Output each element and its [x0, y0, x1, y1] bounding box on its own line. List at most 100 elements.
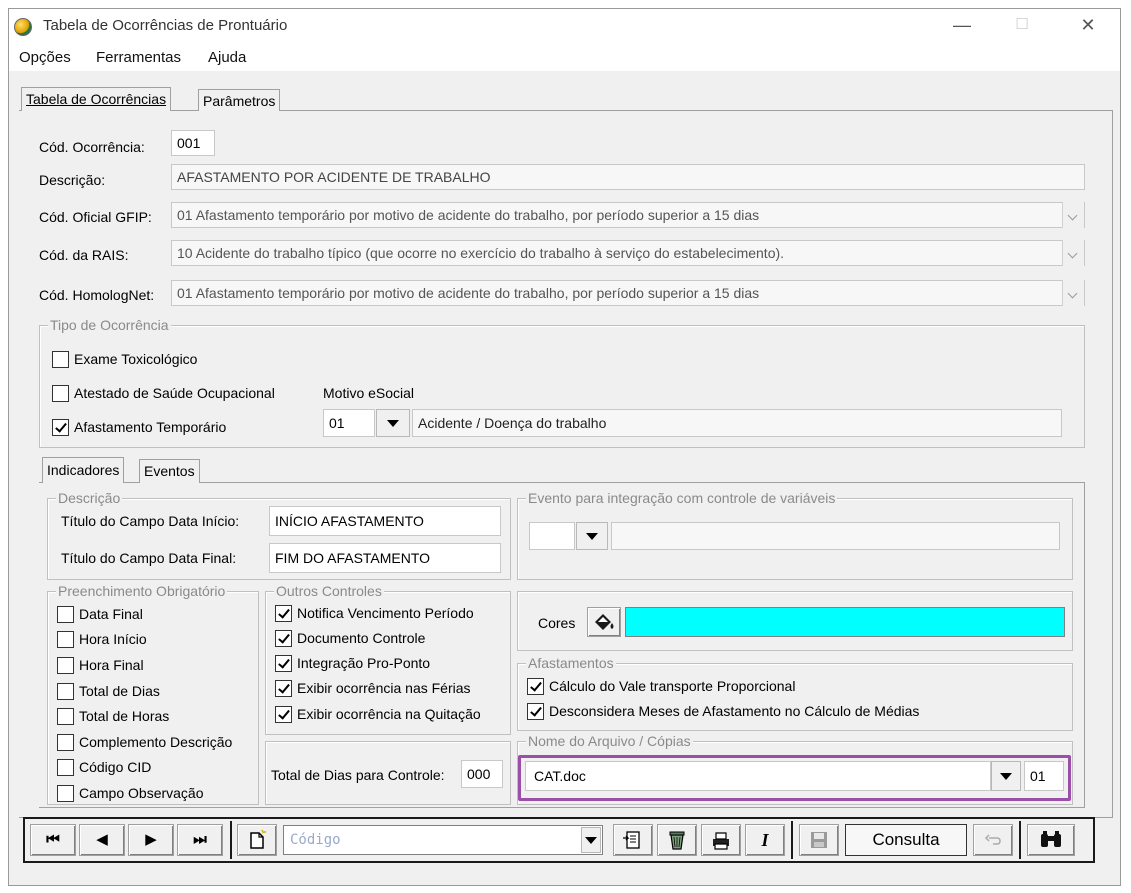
- chk-integracao-pro-ponto[interactable]: Integração Pro-Ponto: [275, 655, 430, 672]
- chk-label: Desconsidera Meses de Afastamento no Cál…: [549, 703, 920, 719]
- inicio-input[interactable]: INÍCIO AFASTAMENTO: [269, 506, 501, 536]
- search-combo-input[interactable]: Código: [283, 825, 603, 855]
- checkbox-box: [57, 631, 74, 648]
- total-dias-label: Total de Dias para Controle:: [271, 767, 445, 783]
- descricao-input[interactable]: AFASTAMENTO POR ACIDENTE DE TRABALHO: [171, 164, 1085, 190]
- evento-group-title: Evento para integração com controle de v…: [526, 490, 838, 506]
- highlight-box: [518, 755, 1071, 801]
- homolognet-select[interactable]: 01 Afastamento temporário por motivo de …: [171, 280, 1085, 306]
- search-binoculars-button[interactable]: [1027, 824, 1075, 856]
- chk-hora-inicio[interactable]: Hora Início: [57, 631, 147, 648]
- close-button[interactable]: ✕: [1065, 9, 1111, 43]
- chk-label: Integração Pro-Ponto: [297, 655, 431, 671]
- checkbox-box: [57, 657, 74, 674]
- prev-record-button[interactable]: ◀: [79, 824, 125, 856]
- afastamentos-group: Afastamentos: [517, 655, 1073, 731]
- query-button[interactable]: [613, 824, 653, 856]
- outros-title: Outros Controles: [274, 583, 384, 599]
- search-combo-dropdown[interactable]: [581, 827, 601, 853]
- chk-total-dias[interactable]: Total de Dias: [57, 683, 160, 700]
- chk-label: Total de Dias: [79, 683, 160, 699]
- trash-icon: [669, 831, 685, 850]
- first-record-button[interactable]: ⏮: [30, 824, 76, 856]
- chk-desconsidera-meses[interactable]: Desconsidera Meses de Afastamento no Cál…: [527, 703, 919, 720]
- maximize-button[interactable]: ☐: [999, 9, 1045, 43]
- cod-ocorrencia-input[interactable]: 001: [171, 130, 215, 156]
- chk-total-horas[interactable]: Total de Horas: [57, 708, 169, 725]
- checkbox-box: [275, 706, 292, 723]
- menu-opcoes[interactable]: Opções: [19, 49, 71, 66]
- total-dias-input[interactable]: 000: [461, 760, 503, 788]
- tab-eventos[interactable]: Eventos: [139, 459, 200, 483]
- tab-tabela-ocorrencias[interactable]: Tabela de Ocorrências: [21, 87, 172, 111]
- gfip-value: 01 Afastamento temporário por motivo de …: [177, 207, 760, 223]
- undo-icon: [984, 834, 1001, 845]
- next-icon: ▶: [145, 831, 157, 848]
- print-button[interactable]: [701, 824, 741, 856]
- gfip-select[interactable]: 01 Afastamento temporário por motivo de …: [171, 202, 1085, 228]
- main-window: Tabela de Ocorrências de Prontuário — ☐ …: [8, 8, 1121, 886]
- italic-button[interactable]: I: [745, 824, 785, 856]
- gfip-label: Cód. Oficial GFIP:: [39, 209, 152, 225]
- evento-dropdown-button[interactable]: [576, 522, 608, 550]
- tipo-ocorrencia-title: Tipo de Ocorrência: [48, 317, 171, 333]
- chk-label: Cálculo do Vale transporte Proporcional: [549, 678, 796, 694]
- chk-hora-final[interactable]: Hora Final: [57, 657, 144, 674]
- query-document-icon: [623, 831, 640, 849]
- chk-exibir-quitacao[interactable]: Exibir ocorrência na Quitação: [275, 706, 481, 723]
- checkbox-box: [275, 605, 292, 622]
- color-swatch[interactable]: [625, 607, 1065, 637]
- chk-label: Data Final: [79, 606, 143, 622]
- atestado-checkbox[interactable]: Atestado de Saúde Ocupacional: [52, 385, 275, 402]
- motivo-desc-input: Acidente / Doença do trabalho: [412, 409, 1062, 437]
- chk-campo-observacao[interactable]: Campo Observação: [57, 785, 204, 802]
- afastamento-checkbox[interactable]: Afastamento Temporário: [52, 419, 226, 436]
- chk-codigo-cid[interactable]: Código CID: [57, 759, 151, 776]
- chk-documento-controle[interactable]: Documento Controle: [275, 630, 425, 647]
- menu-ajuda[interactable]: Ajuda: [208, 49, 246, 66]
- new-record-button[interactable]: [237, 824, 277, 856]
- gfip-dropdown-icon[interactable]: [1062, 202, 1084, 228]
- toolbar-separator: [1019, 821, 1021, 859]
- evento-code-input[interactable]: [529, 522, 575, 550]
- save-button[interactable]: [799, 824, 839, 856]
- tab-parametros[interactable]: Parâmetros: [198, 89, 281, 111]
- consulta-button[interactable]: Consulta: [845, 824, 967, 856]
- checkbox-box: [57, 708, 74, 725]
- tab-indicadores[interactable]: Indicadores: [42, 457, 125, 483]
- delete-button[interactable]: [657, 824, 697, 856]
- toolbar-separator: [791, 821, 793, 859]
- exame-label: Exame Toxicológico: [74, 351, 198, 367]
- chk-notifica-vencimento[interactable]: Notifica Vencimento Período: [275, 605, 474, 622]
- rais-dropdown-icon[interactable]: [1062, 240, 1084, 266]
- next-record-button[interactable]: ▶: [128, 824, 174, 856]
- chk-vale-transporte[interactable]: Cálculo do Vale transporte Proporcional: [527, 678, 795, 695]
- app-icon: [14, 18, 32, 36]
- minimize-button[interactable]: —: [939, 9, 985, 43]
- final-input[interactable]: FIM DO AFASTAMENTO: [269, 543, 501, 573]
- chk-complemento[interactable]: Complemento Descrição: [57, 734, 232, 751]
- save-disk-icon: [811, 832, 827, 848]
- motivo-dropdown-button[interactable]: [376, 409, 410, 437]
- atestado-label: Atestado de Saúde Ocupacional: [74, 385, 275, 401]
- color-picker-button[interactable]: [587, 607, 621, 637]
- rais-select[interactable]: 10 Acidente do trabalho típico (que ocor…: [171, 240, 1085, 266]
- last-record-button[interactable]: ⏭: [177, 824, 223, 856]
- rais-value: 10 Acidente do trabalho típico (que ocor…: [177, 245, 785, 261]
- menu-ferramentas[interactable]: Ferramentas: [96, 49, 181, 66]
- exame-checkbox[interactable]: Exame Toxicológico: [52, 351, 197, 368]
- chk-exibir-ferias[interactable]: Exibir ocorrência nas Férias: [275, 680, 471, 697]
- checkbox-box: [57, 759, 74, 776]
- preenchimento-title: Preenchimento Obrigatório: [56, 583, 228, 599]
- chk-data-final[interactable]: Data Final: [57, 606, 143, 623]
- paint-bucket-icon: [595, 614, 614, 630]
- navigation-toolbar: ⏮ ◀ ▶ ⏭ Código I Consulta: [23, 817, 1095, 863]
- undo-button[interactable]: [973, 824, 1013, 856]
- chk-label: Exibir ocorrência nas Férias: [297, 680, 471, 696]
- checkbox-box: [275, 655, 292, 672]
- descricao-label: Descrição:: [39, 172, 106, 188]
- final-label: Título do Campo Data Final:: [61, 550, 237, 566]
- motivo-code-input[interactable]: 01: [323, 409, 375, 437]
- homolognet-dropdown-icon[interactable]: [1062, 280, 1084, 306]
- cores-label: Cores: [538, 615, 576, 631]
